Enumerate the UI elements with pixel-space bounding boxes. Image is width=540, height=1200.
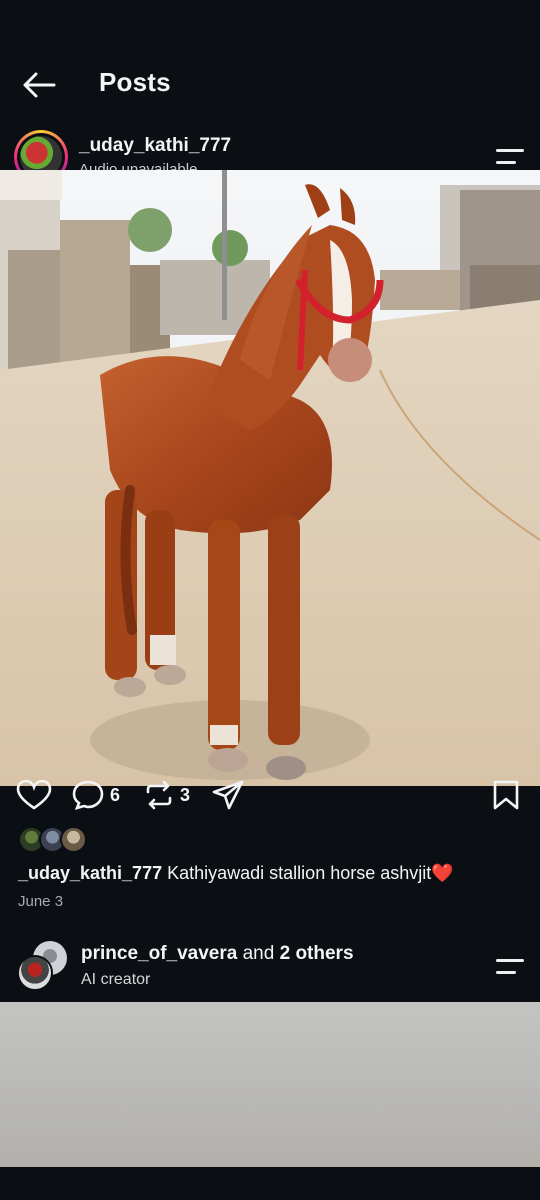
back-button[interactable]	[20, 66, 58, 104]
like-button[interactable]	[16, 780, 52, 810]
liked-by-avatars[interactable]	[18, 826, 88, 854]
top-bar: Posts	[0, 0, 540, 125]
post-username[interactable]: _uday_kathi_777	[79, 135, 231, 157]
share-button[interactable]	[212, 780, 244, 810]
hamburger-menu-icon[interactable]	[496, 959, 524, 979]
next-post-users[interactable]: prince_of_vavera and 2 others	[81, 943, 354, 965]
avatar	[60, 826, 87, 853]
bookmark-icon	[493, 780, 519, 810]
next-post-image[interactable]	[0, 1002, 540, 1167]
post-header: _uday_kathi_777 Audio unavailable	[0, 125, 540, 170]
hamburger-menu-icon[interactable]	[496, 149, 524, 169]
comment-icon	[72, 780, 104, 810]
repost-button[interactable]: 3	[144, 780, 190, 810]
page-title: Posts	[99, 67, 171, 97]
save-button[interactable]	[492, 780, 520, 810]
comment-button[interactable]: 6	[72, 780, 120, 810]
next-post-header: prince_of_vavera and 2 others AI creator	[0, 935, 540, 1001]
next-post-subtitle: AI creator	[81, 971, 151, 988]
share-icon	[212, 780, 244, 810]
repost-icon	[146, 780, 172, 810]
next-post-and: and	[242, 943, 275, 964]
post-caption: _uday_kathi_777 Kathiyawadi stallion hor…	[18, 861, 454, 885]
avatar[interactable]	[17, 955, 53, 991]
next-post-others[interactable]: 2 others	[280, 943, 354, 964]
post-date: June 3	[18, 893, 64, 910]
bottom-bar	[0, 1167, 540, 1200]
post-image[interactable]	[0, 170, 540, 786]
repost-count: 3	[180, 784, 191, 805]
caption-text: Kathiyawadi stallion horse ashvjit	[167, 863, 432, 883]
heart-icon	[16, 780, 52, 810]
caption-username[interactable]: _uday_kathi_777	[18, 863, 162, 883]
comment-count: 6	[110, 784, 121, 805]
next-post-username[interactable]: prince_of_vavera	[81, 943, 237, 964]
heart-emoji: ❤️	[431, 863, 454, 883]
avatar[interactable]	[14, 130, 68, 170]
audio-label[interactable]: Audio unavailable	[79, 161, 197, 170]
back-arrow-icon	[23, 72, 56, 98]
post-actions: 6 3	[0, 776, 540, 810]
